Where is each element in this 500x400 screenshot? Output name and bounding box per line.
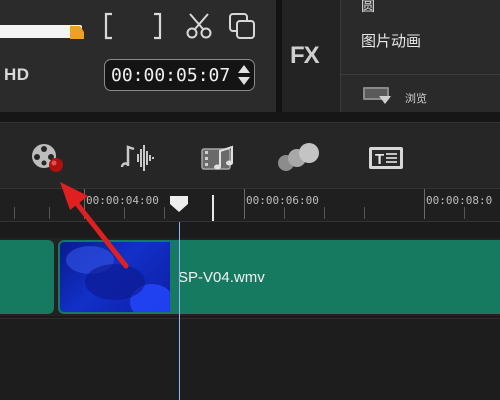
scissors-icon[interactable] xyxy=(184,10,214,42)
trim-marker[interactable] xyxy=(212,195,214,221)
timeline-ruler[interactable]: 00:00:04:00 00:00:06:00 00:00:08:0 xyxy=(0,188,500,222)
playhead-line xyxy=(179,222,180,400)
fx-button[interactable]: FX xyxy=(290,42,320,70)
overlay-circles-icon[interactable] xyxy=(276,141,322,175)
ruler-minor-tick xyxy=(284,207,285,219)
ruler-tick xyxy=(244,189,245,219)
film-reel-icon[interactable] xyxy=(26,141,72,175)
mark-in-button[interactable] xyxy=(96,10,126,42)
panel-divider xyxy=(0,112,500,122)
browse-label[interactable]: 浏览 xyxy=(405,90,427,106)
thumbnail-image xyxy=(66,246,170,312)
audio-wave-icon[interactable] xyxy=(116,141,162,175)
browse-folder-icon[interactable] xyxy=(361,84,393,106)
ruler-minor-tick xyxy=(464,207,465,219)
chevron-down-icon[interactable] xyxy=(237,76,251,86)
music-note-icon[interactable] xyxy=(198,141,240,175)
ruler-minor-tick xyxy=(324,207,325,219)
ruler-tick xyxy=(84,189,85,219)
fx-panel: FX xyxy=(282,0,340,112)
playhead-handle[interactable] xyxy=(169,195,189,213)
ruler-tick-label: 00:00:08:0 xyxy=(426,194,493,207)
video-clip[interactable] xyxy=(0,240,54,314)
chevron-up-icon[interactable] xyxy=(237,64,251,74)
mark-out-button[interactable] xyxy=(142,10,172,42)
timeline-tracks: SP-V04.wmv xyxy=(0,222,500,400)
hd-quality-label[interactable]: HD xyxy=(4,65,30,85)
snapshot-icon[interactable] xyxy=(226,10,258,42)
ruler-minor-tick xyxy=(14,207,15,219)
timecode-field[interactable]: 00:00:05:07 xyxy=(104,59,255,91)
ruler-minor-tick xyxy=(164,207,165,219)
clip-name: SP-V04.wmv xyxy=(178,269,265,286)
timecode-value[interactable]: 00:00:05:07 xyxy=(111,65,230,86)
ruler-minor-tick xyxy=(49,207,50,219)
library-panel: 圆 图片动画 浏览 xyxy=(340,0,500,112)
svg-text:T: T xyxy=(375,151,384,168)
library-item[interactable]: 图片动画 xyxy=(361,30,421,51)
ruler-tick xyxy=(424,189,425,219)
title-icon[interactable]: T xyxy=(366,141,406,175)
timeline-toolbar: T xyxy=(0,122,500,188)
ruler-tick-label: 00:00:04:00 xyxy=(86,194,159,207)
ruler-minor-tick xyxy=(364,207,365,219)
library-item[interactable]: 圆 xyxy=(361,0,375,16)
ruler-tick-label: 00:00:06:00 xyxy=(246,194,319,207)
divider xyxy=(341,74,500,75)
overlay-track[interactable] xyxy=(0,318,500,400)
scrub-handle[interactable] xyxy=(70,26,84,39)
clip-thumbnail xyxy=(60,242,170,312)
preview-panel: HD 00:00:05:07 xyxy=(0,0,276,112)
ruler-minor-tick xyxy=(124,207,125,219)
